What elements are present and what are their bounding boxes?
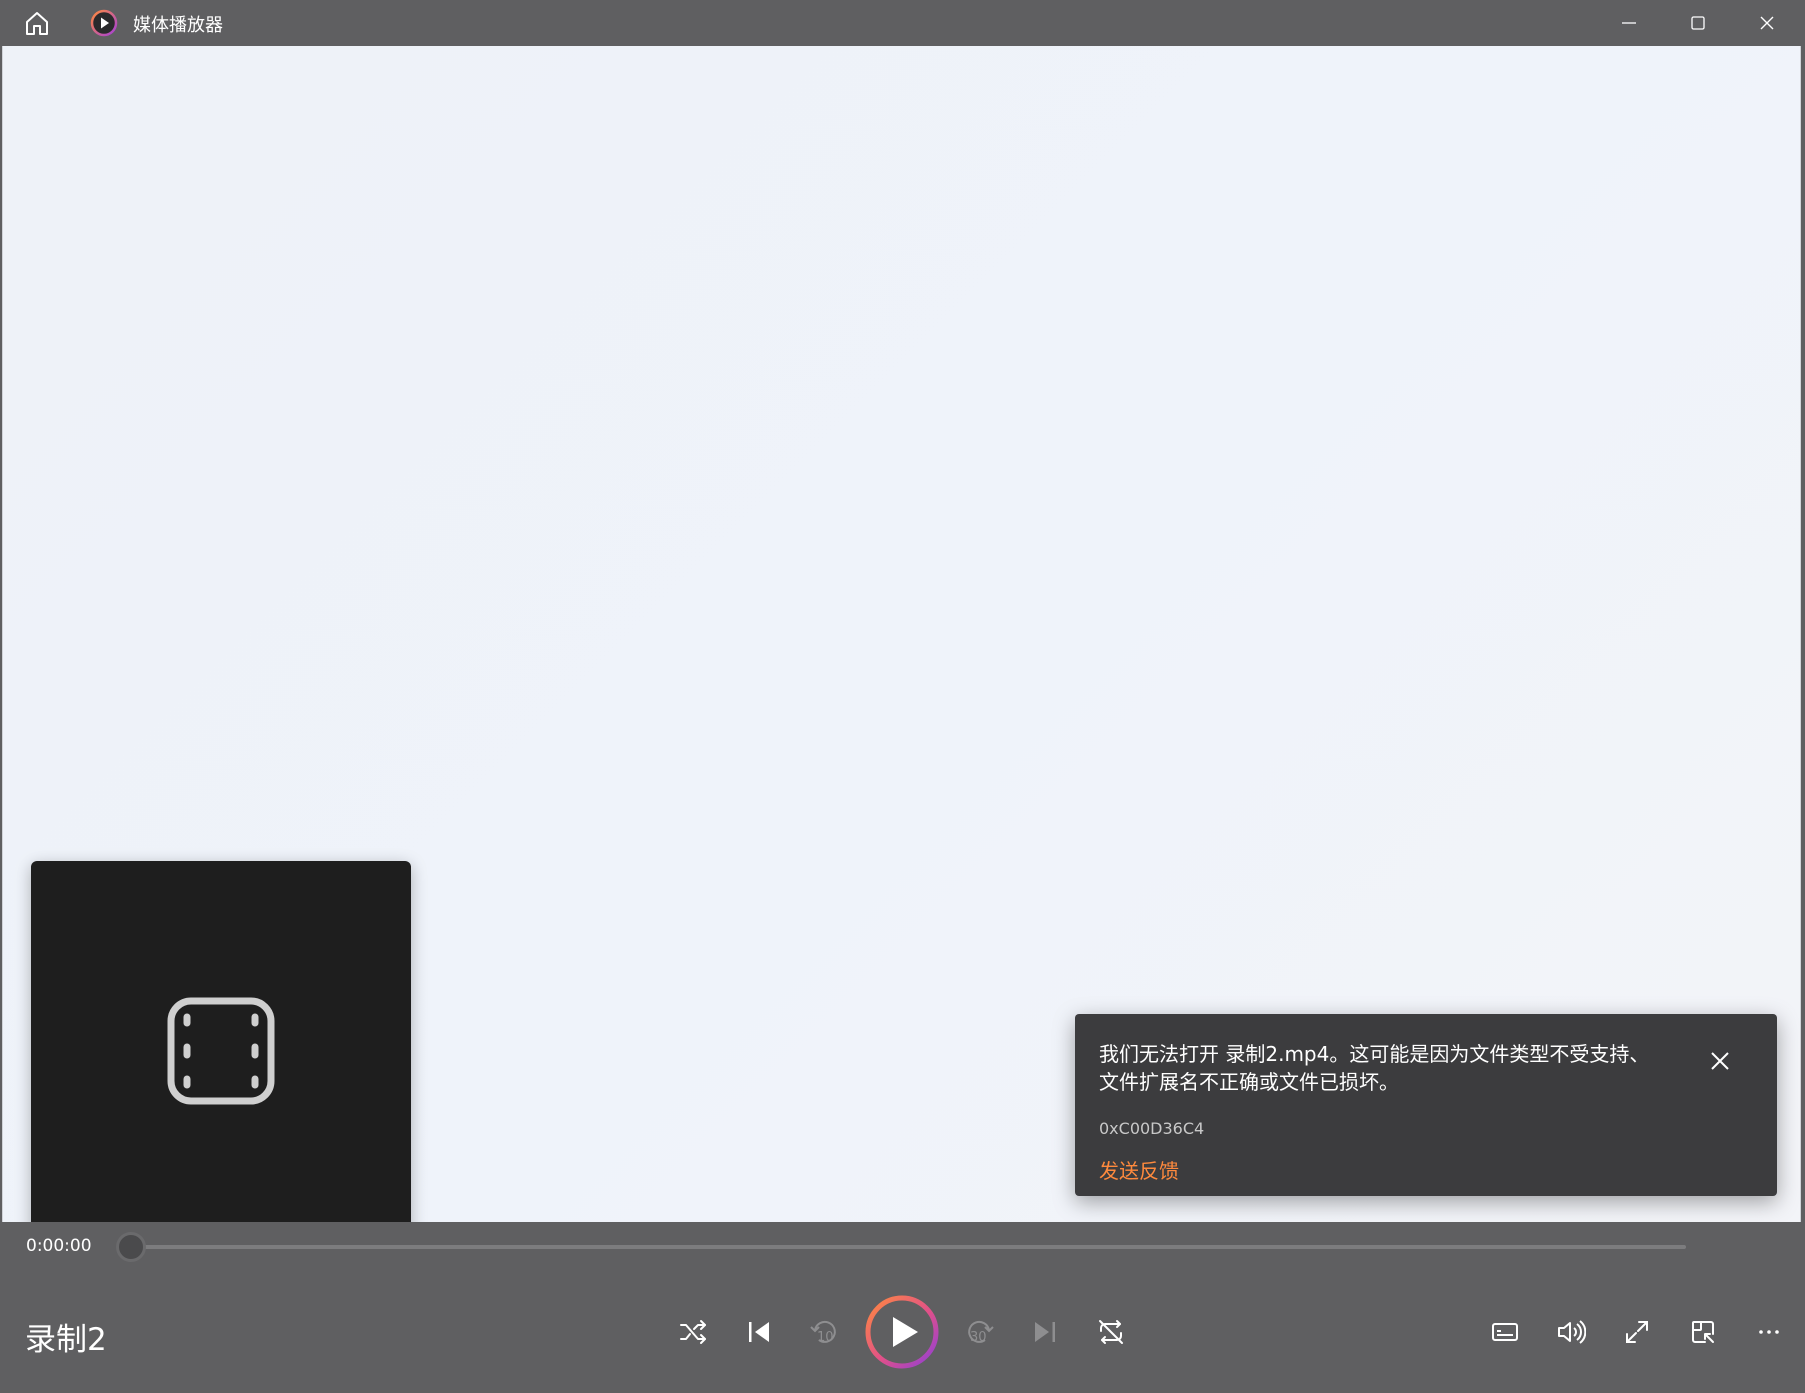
error-message-line2: 文件扩展名不正确或文件已损坏。 <box>1099 1070 1399 1094</box>
error-message: 我们无法打开 录制2.mp4。这可能是因为文件类型不受支持、 文件扩展名不正确或… <box>1099 1040 1689 1096</box>
title-bar: 媒体播放器 <box>0 0 1805 46</box>
volume-button[interactable] <box>1547 1308 1595 1356</box>
error-code: 0xC00D36C4 <box>1099 1119 1205 1138</box>
app-play-icon <box>90 9 118 37</box>
seek-bar-thumb[interactable] <box>116 1232 146 1262</box>
home-icon[interactable] <box>22 9 52 37</box>
rewind-seconds: 10 <box>817 1330 834 1345</box>
miniplayer-icon <box>1692 1321 1714 1343</box>
next-button[interactable] <box>1021 1308 1069 1356</box>
rewind-button[interactable]: 10 <box>801 1308 849 1356</box>
more-options-button[interactable] <box>1745 1308 1793 1356</box>
minimize-button[interactable] <box>1594 0 1663 46</box>
close-button[interactable] <box>1732 0 1801 46</box>
volume-icon <box>1558 1320 1586 1344</box>
repeat-button[interactable] <box>1087 1308 1135 1356</box>
previous-icon <box>749 1322 769 1342</box>
maximize-button[interactable] <box>1663 0 1732 46</box>
fullscreen-icon <box>1626 1321 1648 1343</box>
previous-button[interactable] <box>735 1308 783 1356</box>
maximize-icon <box>1690 16 1705 30</box>
forward-button[interactable]: 30 <box>955 1308 1003 1356</box>
player-controls: 0:00:00 录制2 10 30 <box>0 1222 1805 1393</box>
shuffle-icon <box>680 1320 706 1344</box>
minimize-icon <box>1621 22 1636 24</box>
close-icon <box>1760 16 1773 30</box>
next-icon <box>1035 1322 1055 1342</box>
seek-bar[interactable] <box>131 1245 1686 1249</box>
app-title: 媒体播放器 <box>133 15 223 36</box>
video-film-icon <box>167 997 275 1105</box>
forward-seconds: 30 <box>970 1330 987 1345</box>
shuffle-button[interactable] <box>669 1308 717 1356</box>
play-icon <box>865 1295 939 1369</box>
repeat-icon <box>1099 1320 1123 1344</box>
subtitles-icon <box>1492 1323 1518 1341</box>
send-feedback-link[interactable]: 发送反馈 <box>1099 1155 1179 1184</box>
miniplayer-button[interactable] <box>1679 1308 1727 1356</box>
error-message-line1: 我们无法打开 录制2.mp4。这可能是因为文件类型不受支持、 <box>1099 1042 1650 1066</box>
current-time: 0:00:00 <box>26 1236 92 1256</box>
error-notification: 我们无法打开 录制2.mp4。这可能是因为文件类型不受支持、 文件扩展名不正确或… <box>1075 1014 1777 1196</box>
play-button[interactable] <box>864 1294 940 1370</box>
media-title: 录制2 <box>25 1322 107 1358</box>
more-icon <box>1759 1330 1779 1334</box>
fullscreen-button[interactable] <box>1613 1308 1661 1356</box>
subtitles-button[interactable] <box>1481 1308 1529 1356</box>
toast-close-button[interactable] <box>1705 1046 1735 1076</box>
close-icon <box>1711 1052 1729 1070</box>
media-thumbnail[interactable] <box>31 861 411 1241</box>
